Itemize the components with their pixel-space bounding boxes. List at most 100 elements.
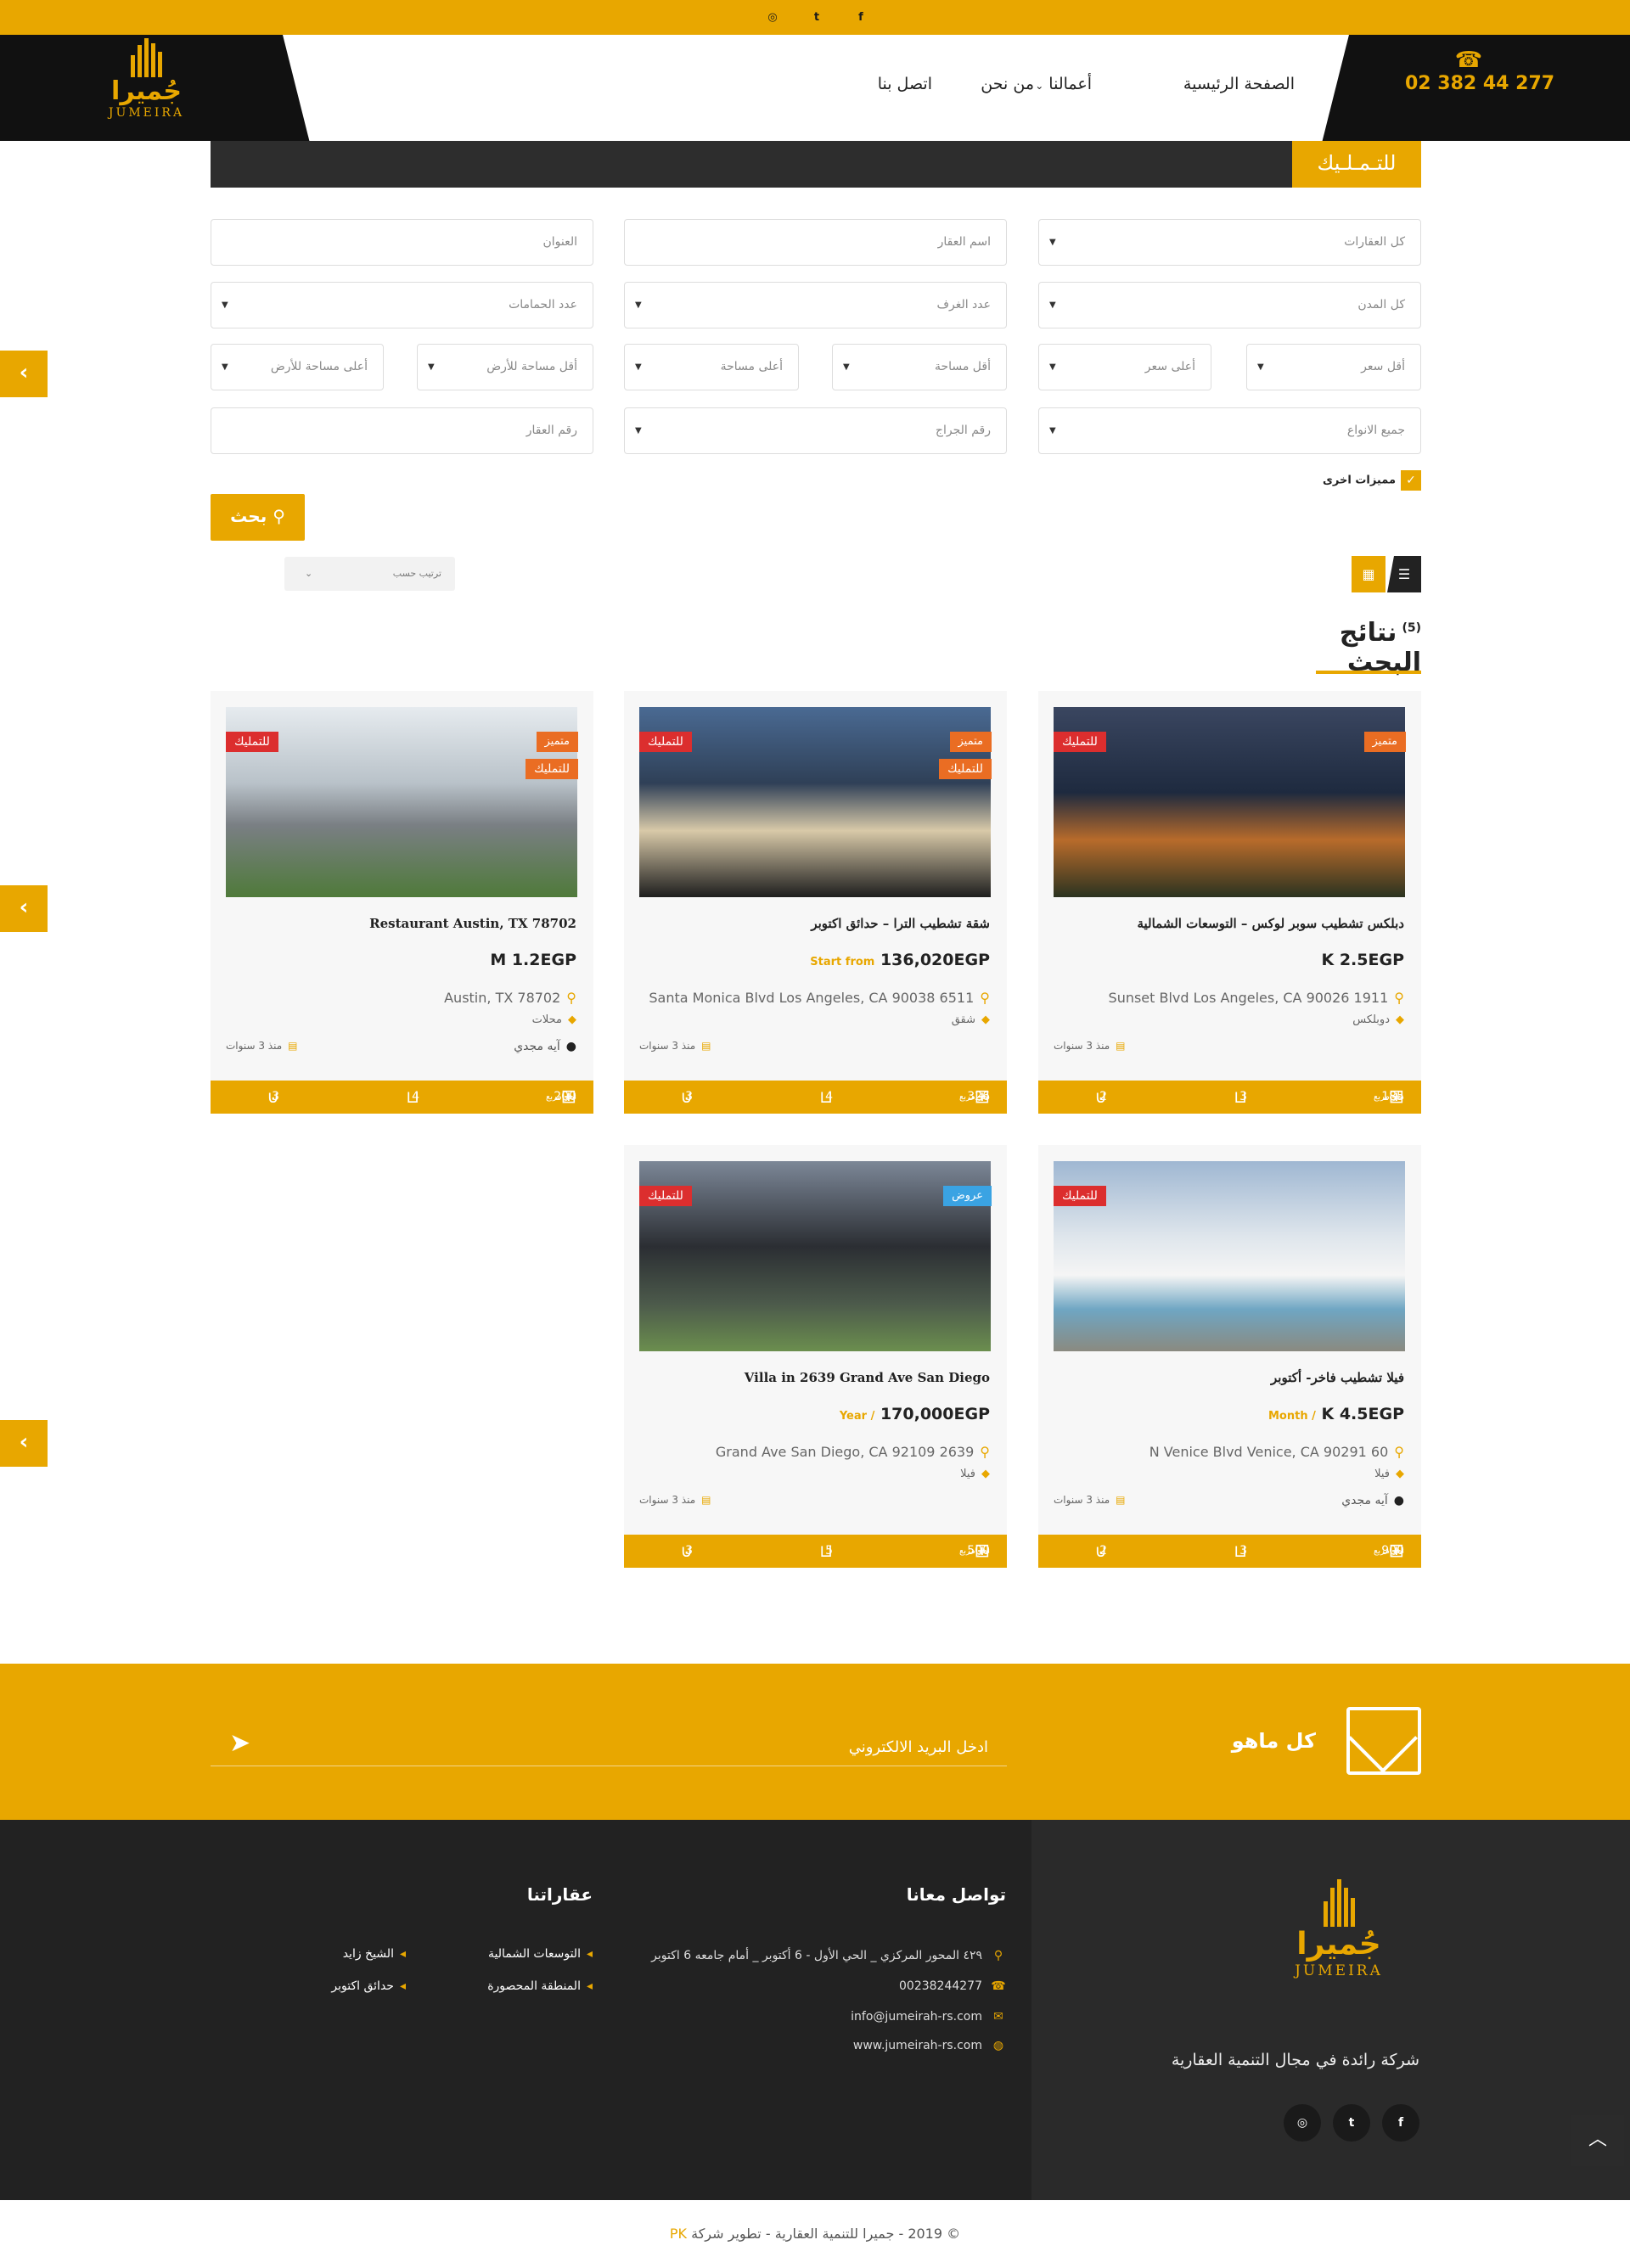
tag-icon: ◆ bbox=[1396, 1468, 1404, 1480]
property-stats: ⊞ 326 متر مربع ⊔ 4 ⊍ 3 bbox=[624, 1081, 1007, 1114]
property-type[interactable]: ◆محلات bbox=[532, 1013, 576, 1026]
page-title: للتـمـلـيك bbox=[1292, 141, 1421, 188]
max-price-select[interactable]: أعلى سعر ▼ bbox=[1038, 344, 1211, 390]
all-properties-select[interactable]: كل العقارات ▼ bbox=[1038, 219, 1421, 266]
contact-title: تواصل معانا bbox=[906, 1884, 1006, 1905]
envelope-icon: ✉ bbox=[993, 2010, 1003, 2024]
min-price-select[interactable]: أقل سعر ▼ bbox=[1246, 344, 1421, 390]
property-photo[interactable] bbox=[639, 1161, 991, 1351]
newsletter-email-input[interactable]: ادخل البريد الالكتروني bbox=[211, 1729, 1007, 1766]
facebook-icon[interactable]: f bbox=[852, 9, 869, 26]
status-badge: للتمليك bbox=[639, 1186, 692, 1206]
address-input[interactable]: العنوان bbox=[211, 219, 593, 266]
nav-about[interactable]: من نحن bbox=[981, 75, 1034, 93]
calendar-icon: ▤ bbox=[1116, 1494, 1126, 1506]
logo[interactable]: جُميرا JUMEIRA bbox=[93, 38, 200, 138]
footer-link-mahsoura[interactable]: ◂المنطقة المحصورة bbox=[487, 1979, 593, 1993]
baths-select[interactable]: عدد الحمامات ▼ bbox=[211, 282, 593, 328]
property-title[interactable]: Restaurant Austin, TX 78702 bbox=[369, 916, 576, 931]
all-types-select[interactable]: جميع الانواع ▼ bbox=[1038, 407, 1421, 454]
property-photo[interactable] bbox=[639, 707, 991, 897]
phone-icon: ☎ bbox=[1454, 48, 1483, 73]
header-phone[interactable]: ☎ 02 382 44 277 bbox=[1405, 48, 1555, 94]
contact-phone[interactable]: ☎00238244277 bbox=[899, 1979, 1006, 1993]
property-type[interactable]: ◆دوبلكس bbox=[1352, 1013, 1404, 1026]
search-icon: ⚲ bbox=[273, 506, 285, 526]
sort-select[interactable]: ترتيب حسب ⌄ bbox=[284, 557, 455, 591]
side-prev-button[interactable]: ‹ bbox=[0, 1420, 48, 1467]
property-title[interactable]: فيلا تشطيب فاخر- أكتوبر bbox=[1271, 1370, 1404, 1385]
property-owner[interactable]: ●آيه مجدي bbox=[514, 1040, 576, 1053]
grid-view-button[interactable]: ▦ bbox=[1352, 556, 1386, 592]
instagram-icon[interactable]: ◎ bbox=[1284, 2104, 1321, 2142]
property-age: ▤منذ 3 سنوات bbox=[639, 1494, 711, 1506]
property-stats: ⊞ 500 متر مربع ⊔ 5 ⊍ 3 bbox=[624, 1535, 1007, 1568]
min-area-select[interactable]: أقل مساحة ▼ bbox=[832, 344, 1007, 390]
side-prev-button[interactable]: ‹ bbox=[0, 351, 48, 397]
chevron-down-icon: ⌄ bbox=[305, 568, 313, 579]
more-features-toggle[interactable]: ✓مميزات اخرى bbox=[1316, 470, 1421, 492]
phone-number: 02 382 44 277 bbox=[1405, 73, 1555, 94]
map-pin-icon: ⚲ bbox=[993, 1949, 1003, 1962]
logo-english: JUMEIRA bbox=[108, 106, 185, 120]
property-price: Month / K 4.5EGP bbox=[1268, 1405, 1404, 1423]
phone-icon: ☎ bbox=[991, 1979, 1006, 1993]
status-badge: للتمليك bbox=[939, 759, 992, 779]
property-card[interactable]: للتمليك فيلا تشطيب فاخر- أكتوبر Month / K … bbox=[1038, 1145, 1421, 1568]
properties-title: عقاراتنا bbox=[526, 1884, 593, 1905]
footer-link-october-gardens[interactable]: ◂حدائق اكتوبر bbox=[331, 1979, 406, 1993]
list-view-button[interactable]: ☰ bbox=[1387, 556, 1421, 592]
caret-left-icon: ◂ bbox=[586, 1979, 593, 1993]
property-card[interactable]: للتمليك متميز دبلكس تشطيب سوبر لوكس – التو… bbox=[1038, 691, 1421, 1114]
contact-website[interactable]: ◍www.jumeirah-rs.com bbox=[853, 2039, 1006, 2052]
property-card[interactable]: للتمليك عروض Villa in 2639 Grand Ave San D… bbox=[624, 1145, 1007, 1568]
property-photo[interactable] bbox=[1054, 707, 1405, 897]
property-name-input[interactable]: اسم العقار bbox=[624, 219, 1007, 266]
property-address: ⚲Sunset Blvd Los Angeles, CA 90026 1911 bbox=[1108, 990, 1404, 1006]
nav-home[interactable]: الصفحة الرئيسية bbox=[1183, 75, 1295, 93]
property-title[interactable]: Villa in 2639 Grand Ave San Diego bbox=[745, 1370, 990, 1385]
min-land-select[interactable]: أقل مساحة للأرض ▼ bbox=[417, 344, 593, 390]
nav-contact[interactable]: اتصل بنا bbox=[878, 75, 932, 93]
featured-badge: متميز bbox=[949, 732, 992, 752]
footer-link-north-expansions[interactable]: ◂التوسعات الشمالية bbox=[488, 1947, 593, 1961]
search-button[interactable]: ⚲ بحث bbox=[211, 494, 305, 541]
property-owner[interactable]: ●آيه مجدي bbox=[1341, 1494, 1404, 1507]
featured-badge: عروض bbox=[943, 1186, 992, 1206]
property-title[interactable]: دبلكس تشطيب سوبر لوكس – التوسعات الشمالي… bbox=[1137, 916, 1404, 931]
property-photo[interactable] bbox=[1054, 1161, 1405, 1351]
user-icon: ● bbox=[565, 1040, 576, 1053]
send-icon[interactable]: ➤ bbox=[229, 1728, 250, 1758]
property-type[interactable]: ◆فيلا bbox=[960, 1468, 990, 1480]
rooms-select[interactable]: عدد الغرف ▼ bbox=[624, 282, 1007, 328]
footer-logo: جُميرا JUMEIRA bbox=[1271, 1879, 1407, 1988]
facebook-icon[interactable]: f bbox=[1382, 2104, 1419, 2142]
back-to-top-button[interactable]: ︿ bbox=[1571, 2115, 1624, 2166]
property-title[interactable]: شقة تشطيب الترا – حدائق اكتوبر bbox=[811, 916, 990, 931]
tag-icon: ◆ bbox=[1396, 1013, 1404, 1026]
map-pin-icon: ⚲ bbox=[980, 990, 990, 1006]
property-type[interactable]: ◆فيلا bbox=[1374, 1468, 1404, 1480]
property-card[interactable]: للتمليك متميز للتمليك Restaurant Austin, TX… bbox=[211, 691, 593, 1114]
side-prev-button[interactable]: ‹ bbox=[0, 885, 48, 932]
instagram-icon[interactable]: ◎ bbox=[764, 9, 781, 26]
footer-link-sheikh-zayed[interactable]: ◂الشيخ زايد bbox=[343, 1947, 406, 1961]
property-age: ▤منذ 3 سنوات bbox=[1054, 1040, 1126, 1052]
all-cities-select[interactable]: كل المدن ▼ bbox=[1038, 282, 1421, 328]
property-address: ⚲Austin, TX 78702 bbox=[444, 990, 576, 1006]
property-card[interactable]: للتمليك متميز للتمليك شقة تشطيب الترا – حدا… bbox=[624, 691, 1007, 1114]
max-land-select[interactable]: أعلى مساحة للأرض ▼ bbox=[211, 344, 384, 390]
contact-email[interactable]: ✉info@jumeirah-rs.com bbox=[851, 2010, 1006, 2024]
property-number-input[interactable]: رقم العقار bbox=[211, 407, 593, 454]
property-age: ▤منذ 3 سنوات bbox=[639, 1040, 711, 1052]
twitter-icon[interactable]: t bbox=[1333, 2104, 1370, 2142]
property-type[interactable]: ◆شقق bbox=[952, 1013, 990, 1026]
nav-our-work[interactable]: أعمالنا ⌄ bbox=[1035, 75, 1092, 93]
property-age: ▤منذ 3 سنوات bbox=[1054, 1494, 1126, 1506]
max-area-select[interactable]: أعلى مساحة ▼ bbox=[624, 344, 799, 390]
garage-select[interactable]: رقم الجراج ▼ bbox=[624, 407, 1007, 454]
results-count: (5) bbox=[1402, 621, 1421, 635]
property-photo[interactable] bbox=[226, 707, 577, 897]
twitter-icon[interactable]: t bbox=[808, 9, 825, 26]
calendar-icon: ▤ bbox=[1116, 1040, 1126, 1052]
